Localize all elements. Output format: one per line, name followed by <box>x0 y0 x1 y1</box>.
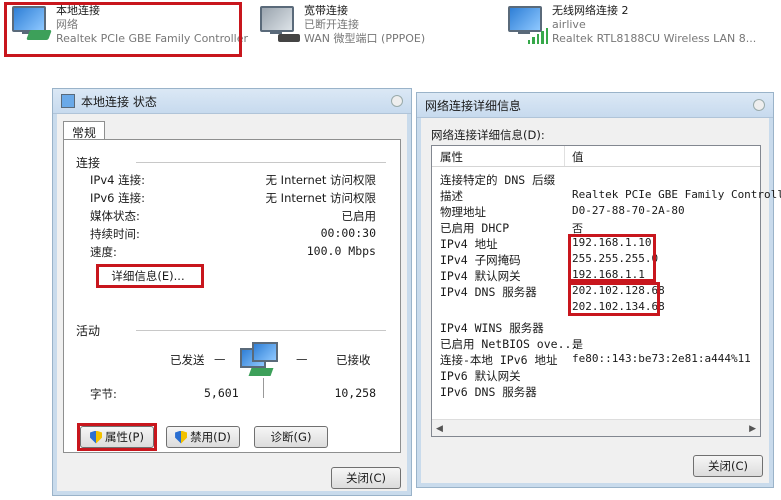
details-dialog-titlebar[interactable]: 网络连接详细信息 <box>417 93 773 118</box>
row-gateway: IPv4 默认网关 <box>440 269 521 283</box>
row-mac: 物理地址 <box>440 205 486 219</box>
connection-heading: 连接 <box>76 156 101 170</box>
bytes-sent-value: 5,601 <box>204 386 239 400</box>
uac-shield-icon <box>175 430 188 444</box>
adapter-broadband[interactable]: 宽带连接 已断开连接 WAN 微型端口 (PPPOE) <box>256 4 425 56</box>
details-caption: 网络连接详细信息(D): <box>431 128 545 142</box>
duration-value: 00:00:30 <box>320 226 376 240</box>
ipv4-connection-label: IPv4 连接: <box>90 173 145 187</box>
adapter-wireless[interactable]: 无线网络连接 2 airlive Realtek RTL8188CU Wirel… <box>504 4 756 56</box>
diagnose-button[interactable]: 诊断(G) <box>254 426 328 448</box>
status-close-button[interactable]: 关闭(C) <box>331 467 401 489</box>
horizontal-scrollbar[interactable]: ◀ ▶ <box>432 419 760 436</box>
adapter-device: Realtek RTL8188CU Wireless LAN 8... <box>552 32 757 45</box>
row-ipv6-link-local-value: fe80::143:be73:2e81:a444%11 <box>572 352 751 365</box>
scroll-left-icon[interactable]: ◀ <box>436 424 443 434</box>
row-netbios: 已启用 NetBIOS ove... <box>440 337 579 351</box>
status-dialog: 本地连接 状态 常规 连接 IPv4 连接: 无 Internet 访问权限 I… <box>52 88 412 496</box>
row-ipv6-link-local: 连接-本地 IPv6 地址 <box>440 353 558 367</box>
received-dash: — <box>296 352 308 366</box>
highlight-properties <box>77 423 157 451</box>
close-icon[interactable] <box>753 99 765 111</box>
details-dialog: 网络连接详细信息 网络连接详细信息(D): 属性 值 连接特定的 DNS 后缀 … <box>416 92 781 488</box>
row-dhcp: 已启用 DHCP <box>440 221 510 235</box>
row-ipv6-dns: IPv6 DNS 服务器 <box>440 385 537 399</box>
speed-label: 速度: <box>90 245 117 259</box>
adapter-name: 宽带连接 <box>304 4 348 17</box>
highlight-details <box>96 264 204 288</box>
row-dns-server: IPv4 DNS 服务器 <box>440 285 537 299</box>
ipv6-connection-value: 无 Internet 访问权限 <box>265 191 376 205</box>
media-state-label: 媒体状态: <box>90 209 140 223</box>
sent-dash: — <box>214 352 226 366</box>
column-header-value[interactable]: 值 <box>572 149 584 165</box>
row-ipv4-address: IPv4 地址 <box>440 237 498 251</box>
network-icon <box>61 94 75 108</box>
row-dns-suffix: 连接特定的 DNS 后缀 <box>440 173 556 187</box>
details-list[interactable]: 属性 值 连接特定的 DNS 后缀 描述 Realtek PCIe GBE Fa… <box>431 145 781 437</box>
row-netbios-value: 是 <box>572 338 583 351</box>
general-panel: 连接 IPv4 连接: 无 Internet 访问权限 IPv6 连接: 无 I… <box>63 139 401 453</box>
speed-value: 100.0 Mbps <box>306 244 376 258</box>
adapter-device: WAN 微型端口 (PPPOE) <box>304 32 426 45</box>
column-header-property[interactable]: 属性 <box>440 149 463 165</box>
status-dialog-title: 本地连接 状态 <box>81 94 157 109</box>
bytes-received-value: 10,258 <box>334 386 376 400</box>
adapter-status: airlive <box>552 18 586 31</box>
row-description-value: Realtek PCIe GBE Family Controlle <box>572 188 781 201</box>
wireless-adapter-icon <box>504 4 549 48</box>
disable-button[interactable]: 禁用(D) <box>166 426 240 448</box>
activity-network-icon <box>240 342 280 382</box>
scroll-right-icon[interactable]: ▶ <box>749 424 756 434</box>
list-header: 属性 值 <box>432 146 760 167</box>
ipv6-connection-label: IPv6 连接: <box>90 191 145 205</box>
ipv4-connection-value: 无 Internet 访问权限 <box>265 173 376 187</box>
close-icon[interactable] <box>391 95 403 107</box>
activity-heading: 活动 <box>76 324 101 338</box>
media-state-value: 已启用 <box>341 209 377 223</box>
sent-label: 已发送 <box>170 353 205 367</box>
row-description: 描述 <box>440 189 463 203</box>
broadband-adapter-icon <box>256 4 300 48</box>
row-ipv6-gateway: IPv6 默认网关 <box>440 369 521 383</box>
status-dialog-titlebar[interactable]: 本地连接 状态 <box>53 89 411 114</box>
details-dialog-title: 网络连接详细信息 <box>425 98 522 113</box>
highlight-local-adapter <box>4 2 242 57</box>
row-subnet: IPv4 子网掩码 <box>440 253 521 267</box>
highlight-dns-block <box>568 282 660 316</box>
bytes-label: 字节: <box>90 387 117 401</box>
duration-label: 持续时间: <box>90 227 140 241</box>
adapter-status: 已断开连接 <box>304 18 359 31</box>
details-close-button[interactable]: 关闭(C) <box>693 455 763 477</box>
row-wins: IPv4 WINS 服务器 <box>440 321 544 335</box>
disable-button-label: 禁用(D) <box>190 430 231 444</box>
row-mac-value: D0-27-88-70-2A-80 <box>572 204 685 217</box>
adapter-name: 无线网络连接 2 <box>552 4 629 17</box>
received-label: 已接收 <box>336 353 371 367</box>
highlight-ip-block <box>568 234 656 282</box>
